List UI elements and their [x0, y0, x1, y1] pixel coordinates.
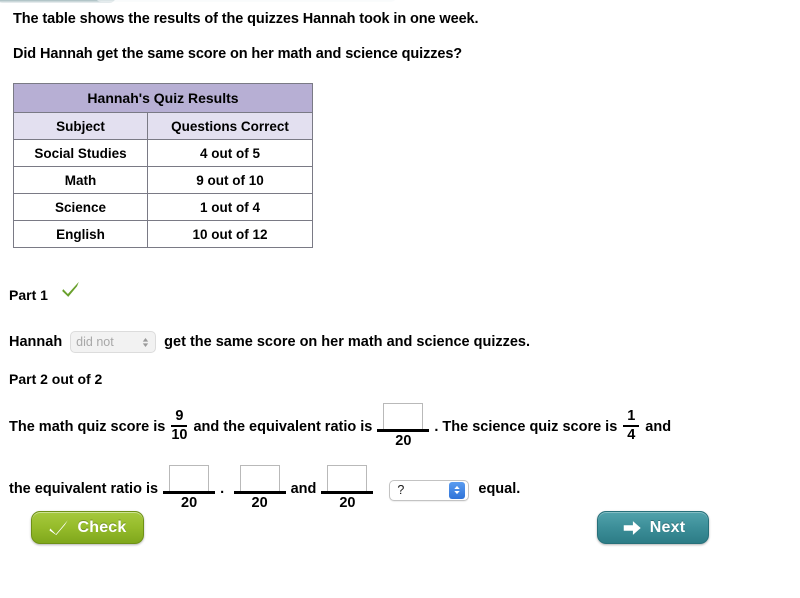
right-arrow-icon — [623, 520, 641, 535]
cell-subject: Social Studies — [13, 139, 148, 167]
p2-text-1: The math quiz score is — [9, 419, 166, 436]
p2-text-4: and — [645, 419, 672, 436]
part-2-label: Part 2 out of 2 — [9, 371, 103, 387]
blank-input-3[interactable] — [239, 465, 280, 491]
green-check-icon — [62, 281, 79, 297]
table-title-row: Hannah's Quiz Results — [13, 83, 313, 113]
part-2-line-1: The math quiz score is 9 10 and the equi… — [9, 403, 672, 451]
cell-subject: Math — [13, 166, 148, 194]
quiz-results-table: Hannah's Quiz Results Subject Questions … — [13, 83, 313, 248]
p2b-text-4: equal. — [478, 481, 521, 498]
comparison-select-value: ? — [397, 483, 405, 498]
blank-2-denominator: 20 — [181, 494, 198, 511]
math-score-numerator: 9 — [175, 408, 184, 425]
blank-fraction-3: 20 — [233, 465, 286, 512]
table-row: Science 1 out of 4 — [13, 193, 313, 221]
science-score-fraction: 1 4 — [623, 408, 640, 444]
next-button-label: Next — [649, 518, 686, 536]
checkmark-icon — [49, 519, 69, 535]
next-button[interactable]: Next — [597, 511, 709, 544]
blank-input-4[interactable] — [327, 465, 368, 491]
check-button-label: Check — [77, 518, 127, 536]
p2b-text-2: . — [220, 481, 225, 498]
table-row: Social Studies 4 out of 5 — [13, 139, 313, 167]
prompt-line-2: Did Hannah get the same score on her mat… — [13, 46, 463, 62]
table-row: English 10 out of 12 — [13, 220, 313, 248]
blank-input-1[interactable] — [383, 403, 424, 429]
chevron-updown-icon — [142, 337, 149, 347]
blank-4-denominator: 20 — [339, 494, 356, 511]
cell-subject: English — [13, 220, 148, 248]
cell-correct: 10 out of 12 — [147, 220, 313, 248]
blank-fraction-4: 20 — [321, 465, 374, 512]
part1-text-after: get the same score on her math and scien… — [164, 334, 531, 350]
did-not-select-value: did not — [76, 335, 114, 349]
blank-input-2[interactable] — [169, 465, 210, 491]
cutoff-toolbar-fragment-2 — [96, 0, 396, 2]
math-score-fraction: 9 10 — [171, 408, 188, 444]
cell-subject: Science — [13, 193, 148, 221]
part-2-line-2: the equivalent ratio is 20 . 20 and 20 ?… — [9, 465, 521, 513]
part1-text-before: Hannah — [9, 334, 63, 350]
column-header-subject: Subject — [13, 112, 148, 140]
table-header-row: Subject Questions Correct — [13, 112, 313, 140]
check-button[interactable]: Check — [31, 511, 144, 544]
column-header-questions-correct: Questions Correct — [147, 112, 313, 140]
p2-text-2: and the equivalent ratio is — [193, 419, 373, 436]
chevron-updown-icon[interactable] — [449, 481, 466, 499]
blank-fraction-2: 20 — [163, 465, 216, 512]
cell-correct: 9 out of 10 — [147, 166, 313, 194]
math-score-denominator: 10 — [171, 427, 188, 444]
comparison-select[interactable]: ? — [389, 479, 470, 501]
p2b-text-1: the equivalent ratio is — [9, 481, 159, 498]
prompt-line-1: The table shows the results of the quizz… — [13, 11, 479, 27]
part-1-label: Part 1 — [9, 287, 48, 303]
cell-correct: 4 out of 5 — [147, 139, 313, 167]
p2b-text-3: and — [290, 481, 317, 498]
cell-correct: 1 out of 4 — [147, 193, 313, 221]
science-score-denominator: 4 — [627, 427, 636, 444]
p2-text-3: . The science quiz score is — [434, 419, 618, 436]
chevron-updown-glyph — [454, 486, 461, 495]
blank-fraction-1: 20 — [377, 403, 430, 450]
did-not-select[interactable]: did not — [70, 331, 157, 353]
blank-1-denominator: 20 — [395, 432, 412, 449]
blank-3-denominator: 20 — [251, 494, 268, 511]
science-score-numerator: 1 — [627, 408, 636, 425]
table-title: Hannah's Quiz Results — [13, 83, 313, 113]
part-1-sentence: Hannah did not get the same score on her… — [9, 331, 530, 353]
table-row: Math 9 out of 10 — [13, 166, 313, 194]
